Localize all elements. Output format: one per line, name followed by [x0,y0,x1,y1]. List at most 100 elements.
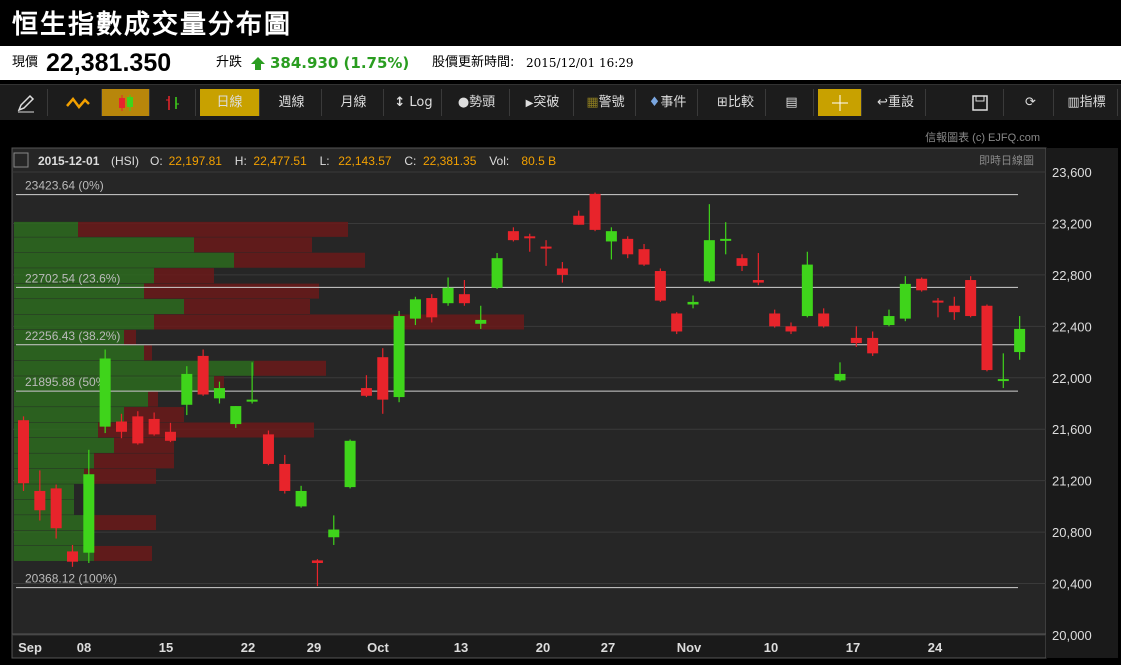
update-time: 2015/12/01 16:29 [526,56,634,70]
x-tick-label: 24 [928,640,943,655]
x-tick-label: 20 [536,640,550,655]
candle-down [867,337,879,354]
volume-bar-down [84,468,156,484]
volume-bar-up [14,314,154,330]
current-price-label: 現價 [12,55,39,70]
candle-down [540,246,552,249]
candle-down [736,258,748,266]
draw-pencil-icon[interactable] [4,89,48,116]
candle-up [409,299,421,319]
indicator-button[interactable]: ▥指標 [1056,89,1118,116]
fib-level-label: 22702.54 (23.6%) [25,271,120,285]
candle-up [491,258,503,288]
candle-up [703,240,715,282]
volume-bar-down [234,252,365,268]
compare-button[interactable]: ⊞比較 [706,89,766,116]
candle-down [507,231,519,241]
warning-bar-icon: ▦ [586,95,599,110]
ohlc-header-text: 22,143.57 [338,154,392,168]
y-tick-label: 23,600 [1052,165,1092,180]
candle-up [83,474,95,553]
trend-label: 勢頭 [469,95,496,110]
candle-down [752,280,764,283]
volume-bar-down [78,221,348,237]
crosshair-icon[interactable] [818,89,862,116]
candle-up [1014,328,1026,353]
candle-down [965,280,977,317]
candle-down [622,238,634,255]
compare-label: 比較 [727,95,754,110]
undo-icon: ↩ [877,95,888,110]
line-chart-icon[interactable] [54,89,102,116]
candle-down [66,551,78,562]
chart-toolbar: 日線 週線 月線 ↕ Log ●勢頭 ▶突破 ▦警號 ♦事件 ⊞比較 ▤ ↩重設… [0,84,1121,122]
ohlc-header-text: 22,381.35 [423,154,477,168]
candle-down [818,313,830,327]
candle-down [573,215,585,225]
tab-daily[interactable]: 日線 [200,89,260,116]
breakout-button[interactable]: ▶突破 [512,89,574,116]
y-tick-label: 21,600 [1052,422,1092,437]
candle-up [328,529,340,538]
volume-bar-up [14,252,234,268]
event-label: 事件 [660,95,687,110]
candle-up [181,373,193,405]
candle-up [997,379,1009,382]
candle-down [148,418,160,435]
candle-down [850,337,862,344]
y-tick-label: 22,000 [1052,371,1092,386]
volume-bar-down [124,329,136,345]
ohlc-header: 2015-12-01 (HSI) O: 22,197.81 H: 22,477.51 L: 2… [13,152,556,168]
fib-level-label: 22256.43 (38.2%) [25,329,120,343]
volume-bar-down [144,345,152,361]
candle-down [115,421,127,432]
volume-bar-down [98,422,314,438]
save-icon[interactable] [956,89,1004,116]
warning-button[interactable]: ▦警號 [576,89,636,116]
volume-bar-up [14,515,84,531]
trend-button[interactable]: ●勢頭 [444,89,510,116]
candlestick-chart[interactable]: 23,600 23,200 22,800 22,400 22,000 21,600 21,2… [0,120,1121,661]
volume-bar-up [14,221,78,237]
candle-down [132,416,144,444]
candle-down [279,463,291,491]
fib-level-label: 21895.88 (50%) [25,375,110,389]
ohlc-bar-icon[interactable] [150,89,196,116]
reset-label: 重設 [887,95,914,110]
candlestick-icon[interactable] [102,89,150,116]
volume-bar-down [254,360,326,376]
event-button[interactable]: ♦事件 [638,89,698,116]
candle-down [671,313,683,332]
tab-weekly[interactable]: 週線 [262,89,322,116]
chart-area: 23,600 23,200 22,800 22,400 22,000 21,600 21,2… [0,120,1121,661]
volume-bar-down [94,453,174,469]
candle-down [360,388,372,396]
export-list-icon[interactable]: ▤ [770,89,814,116]
reset-button[interactable]: ↩重設 [866,89,926,116]
candle-up [475,319,487,324]
x-tick-label: 17 [846,640,860,655]
change-value: 384.930 (1.75%) [270,54,410,72]
ohlc-header-text: 22,477.51 [253,154,307,168]
candle-up [230,406,242,425]
x-tick-label: 22 [241,640,255,655]
x-tick-label: 10 [764,640,778,655]
current-price: 22,381.350 [46,49,172,77]
volume-bar-up [14,299,184,315]
quote-bar: 現價 22,381.350 升跌 384.930 (1.75%) 股價更新時間:… [0,46,1121,80]
ohlc-header-text: C: [404,154,416,168]
tab-monthly[interactable]: 月線 [324,89,384,116]
y-tick-label: 20,000 [1052,628,1092,643]
log-scale-button[interactable]: ↕ Log [386,89,442,116]
candle-down [916,278,928,291]
log-icon: ↕ [394,95,406,110]
refresh-icon[interactable]: ⟳ [1008,89,1054,116]
candle-down [524,236,536,239]
y-tick-label: 23,200 [1052,216,1092,231]
x-tick-label: Oct [367,640,389,655]
change-label: 升跌 [216,55,243,70]
ohlc-header-text: 22,197.81 [169,154,223,168]
candle-up [687,301,699,305]
chart-credit: 信報圖表 (c) EJFQ.com [925,130,1040,144]
volume-bar-up [14,545,94,561]
